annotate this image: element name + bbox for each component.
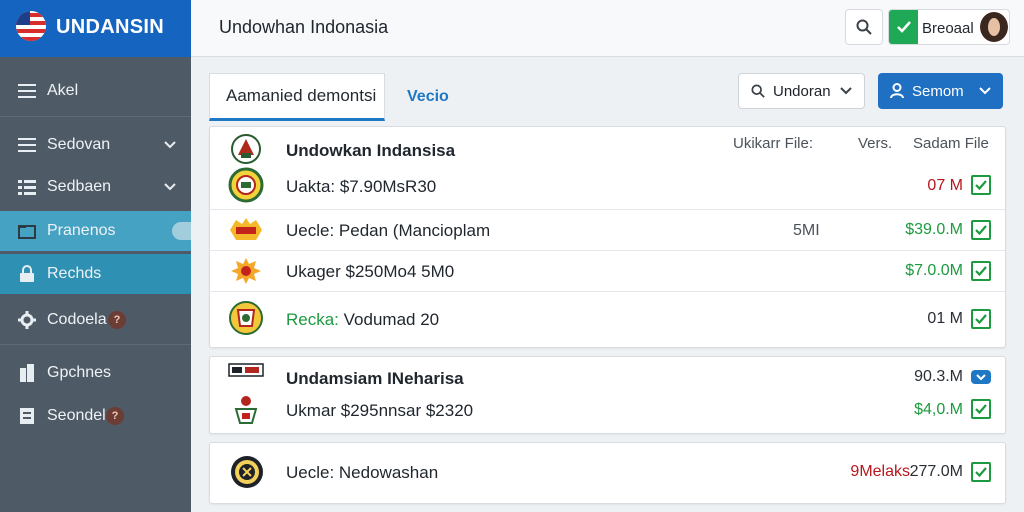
- primary-action-label: Semom: [912, 82, 964, 100]
- figure-emblem-icon: [234, 396, 258, 424]
- table-row[interactable]: Uecle: Nedowashan 9Melaks 277.0M: [210, 443, 1005, 503]
- top-bar: Undowhan Indonasia Breoaal: [191, 0, 1024, 57]
- chevron-down-icon[interactable]: [163, 138, 177, 152]
- row-checkbox[interactable]: [971, 370, 991, 384]
- help-badge: ?: [108, 311, 126, 329]
- group-header-row[interactable]: Undowkan Indansisa Ukikarr File: Vers. S…: [210, 127, 1005, 209]
- chevron-down-icon: [979, 87, 991, 95]
- active-indicator: [172, 222, 191, 240]
- lock-icon: [17, 264, 37, 284]
- row-checkbox[interactable]: [971, 462, 991, 482]
- sidebar-item-pranenos[interactable]: Pranenos: [0, 211, 191, 251]
- sidebar-item-label: Sedbaen: [47, 178, 112, 195]
- sun-badge-icon: [231, 258, 261, 284]
- filter-dropdown[interactable]: Undoran: [738, 73, 865, 109]
- row-amount: 07 M: [927, 177, 963, 194]
- row-text: Ukmar $295nnsar $2320: [286, 401, 474, 420]
- row-version: 5MI: [793, 222, 820, 239]
- crest-icon: [229, 301, 263, 335]
- row-text: Uecle: Nedowashan: [286, 463, 439, 482]
- row-checkbox[interactable]: [971, 175, 991, 195]
- search-button[interactable]: [845, 9, 883, 45]
- sidebar-item-label: Codoela: [47, 311, 107, 328]
- help-badge: ?: [106, 407, 124, 425]
- table-row[interactable]: Ukager $250Mo4 5M0 $7.0.0M: [210, 251, 1005, 291]
- table-row[interactable]: Uecle: Pedan (Mancioplam 5MI $39.0.M: [210, 210, 1005, 250]
- sidebar-item-label: Gpchnes: [47, 364, 112, 381]
- row-text: Recka: Vodumad 20: [286, 310, 440, 329]
- group-title: Undowkan Indansisa: [286, 141, 456, 160]
- filter-label: Undoran: [773, 82, 831, 100]
- document-icon: [17, 406, 37, 426]
- star-badge-icon: [230, 218, 262, 240]
- banner-icon: [228, 363, 264, 377]
- row-text: Ukager $250Mo4 5M0: [286, 262, 455, 281]
- user-name: Breoaal: [922, 20, 974, 37]
- user-menu-button[interactable]: Breoaal: [888, 9, 1010, 45]
- brand-bar[interactable]: UNDANSIN: [0, 0, 191, 57]
- folder-icon: [17, 221, 37, 241]
- sidebar-item-codoela[interactable]: Codoela ?: [0, 300, 191, 340]
- group-card: Undowkan Indansisa Ukikarr File: Vers. S…: [209, 126, 1006, 348]
- column-header: Ukikarr File:: [733, 135, 814, 152]
- sidebar-item-akel[interactable]: Akel: [0, 71, 191, 111]
- row-checkbox[interactable]: [971, 261, 991, 281]
- row-checkbox[interactable]: [971, 220, 991, 240]
- row-amount: 90.3.M: [914, 368, 963, 385]
- brand-logo-icon: [16, 11, 46, 41]
- row-amount: $39.0.M: [905, 221, 963, 238]
- check-icon: [889, 10, 918, 44]
- tab-vecio[interactable]: Vecio: [407, 73, 449, 121]
- tab-label: Vecio: [407, 88, 449, 105]
- group-card: Undamsiam INeharisa 90.3.M Ukmar $295nns…: [209, 356, 1006, 434]
- sidebar-item-seondel[interactable]: Seondel ?: [0, 396, 191, 436]
- primary-action-button[interactable]: Semom: [878, 73, 1003, 109]
- row-amount: 01 M: [927, 310, 963, 327]
- sidebar-item-label: Sedovan: [47, 136, 111, 153]
- emblem-icon: [231, 134, 261, 164]
- group-header-row[interactable]: Undamsiam INeharisa 90.3.M Ukmar $295nns…: [210, 357, 1005, 433]
- page-title: Undowhan Indonasia: [219, 17, 389, 37]
- building-icon: [17, 363, 37, 383]
- avatar: [980, 12, 1008, 42]
- user-icon: [890, 83, 904, 99]
- row-amount: $4,0.M: [914, 401, 963, 418]
- row-amount: $7.0.0M: [905, 262, 963, 279]
- search-icon: [751, 84, 765, 98]
- row-checkbox[interactable]: [971, 399, 991, 419]
- sidebar-item-rechds[interactable]: Rechds: [0, 254, 191, 294]
- sidebar-item-gpchnes[interactable]: Gpchnes: [0, 353, 191, 393]
- chevron-down-icon[interactable]: [163, 180, 177, 194]
- row-amount: 277.0M: [909, 463, 963, 480]
- sidebar-item-label: Seondel: [47, 407, 106, 424]
- sidebar-item-label: Pranenos: [47, 222, 116, 239]
- grid-list-icon: [17, 177, 37, 197]
- tab-overview[interactable]: Aamanied demontsi: [209, 73, 385, 121]
- sidebar-item-sedbaen[interactable]: Sedbaen: [0, 167, 191, 207]
- tab-label: Aamanied demontsi: [226, 86, 377, 105]
- row-checkbox[interactable]: [971, 309, 991, 329]
- column-header: Sadam File: [913, 135, 989, 152]
- sidebar-item-sedovan[interactable]: Sedovan: [0, 125, 191, 165]
- table-row[interactable]: Recka: Vodumad 20 01 M: [210, 292, 1005, 348]
- menu-icon: [17, 81, 37, 101]
- sidebar-item-label: Rechds: [47, 265, 102, 282]
- group-card: Uecle: Nedowashan 9Melaks 277.0M: [209, 442, 1006, 504]
- row-text: Uecle: Pedan (Mancioplam: [286, 221, 491, 240]
- sidebar: UNDANSIN Akel Sedovan Sedbaen Pranenos R…: [0, 0, 191, 512]
- list-icon: [17, 135, 37, 155]
- seal-icon: [228, 167, 264, 203]
- search-icon: [856, 19, 872, 35]
- chevron-down-icon: [840, 87, 852, 95]
- row-text: Uakta: $7.90MsR30: [286, 177, 437, 196]
- brand-name: UNDANSIN: [56, 16, 164, 38]
- sidebar-item-label: Akel: [47, 82, 79, 99]
- tabs-bar: Aamanied demontsi Vecio Undoran Semom: [209, 66, 1006, 121]
- group-title: Undamsiam INeharisa: [286, 369, 464, 388]
- gear-icon: [17, 310, 37, 330]
- row-status: 9Melaks: [850, 463, 910, 480]
- column-header: Vers.: [858, 135, 893, 152]
- round-seal-icon: [231, 456, 263, 488]
